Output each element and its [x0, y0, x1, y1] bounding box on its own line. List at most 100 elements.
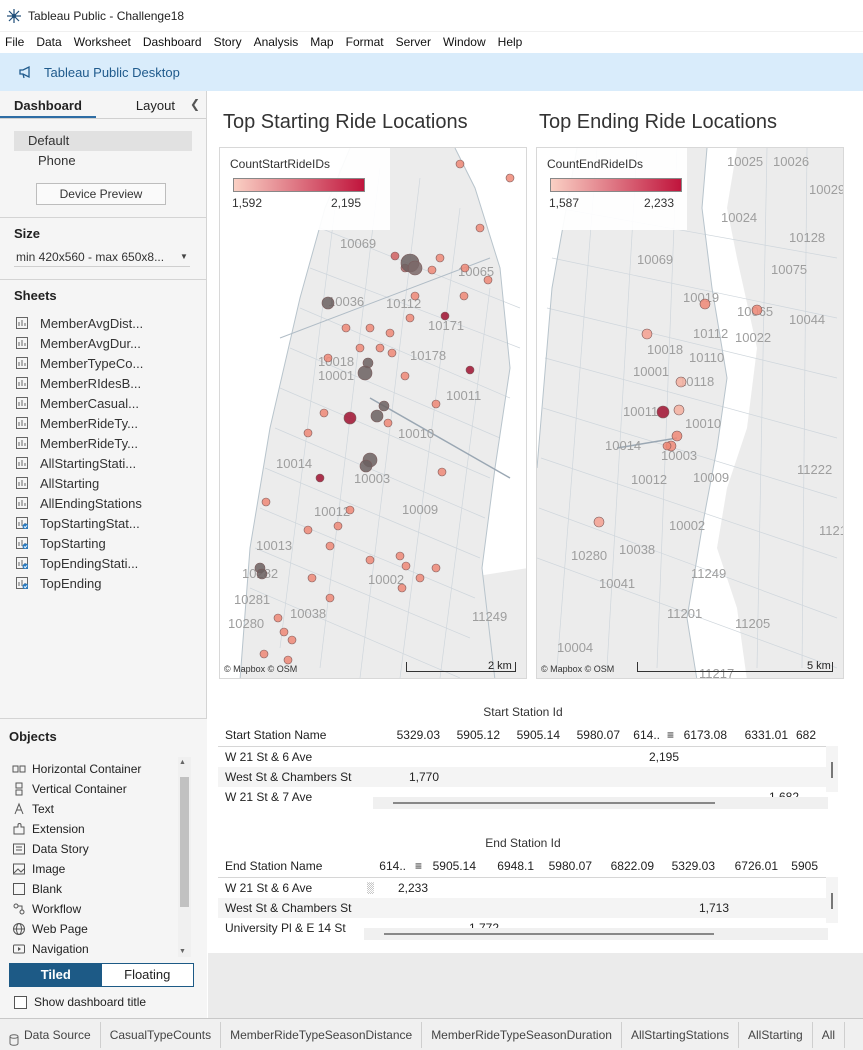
table-row[interactable]: West St & Chambers St 1,770: [218, 767, 826, 787]
menu-help[interactable]: Help: [492, 32, 529, 52]
menu-analysis[interactable]: Analysis: [248, 32, 305, 52]
station-mark[interactable]: [435, 253, 445, 263]
sheet-tab[interactable]: All: [813, 1021, 846, 1048]
end-col-header[interactable]: 6726.01: [715, 859, 778, 873]
objects-scrollbar[interactable]: ▲ ▼: [178, 757, 191, 957]
station-mark[interactable]: [323, 353, 333, 363]
tab-layout[interactable]: Layout: [95, 91, 189, 118]
start-col-header[interactable]: 5980.07: [560, 728, 620, 742]
collapse-panel-icon[interactable]: ❮: [190, 91, 206, 118]
station-mark[interactable]: [407, 260, 423, 276]
station-mark[interactable]: [483, 275, 493, 285]
station-mark[interactable]: [365, 555, 375, 565]
object-item[interactable]: Navigation: [12, 939, 177, 959]
station-mark[interactable]: [283, 655, 293, 665]
station-mark[interactable]: [359, 459, 373, 473]
table-row[interactable]: West St & Chambers St 1,713: [218, 898, 826, 918]
scroll-up-icon[interactable]: ▲: [179, 759, 186, 766]
sheet-item[interactable]: TopStartingStat...: [16, 513, 206, 533]
sheet-item[interactable]: MemberTypeCo...: [16, 353, 206, 373]
end-col-header[interactable]: 6948.1: [476, 859, 534, 873]
object-item[interactable]: Vertical Container: [12, 779, 177, 799]
end-map-attribution[interactable]: © Mapbox © OSM: [541, 664, 614, 674]
station-mark[interactable]: [319, 408, 329, 418]
end-table-hscroll[interactable]: [364, 928, 828, 940]
sheet-item[interactable]: TopEndingStati...: [16, 553, 206, 573]
menu-format[interactable]: Format: [340, 32, 390, 52]
start-col-header[interactable]: 614..: [620, 728, 660, 742]
start-col-header[interactable]: 5329.03: [378, 728, 440, 742]
station-mark[interactable]: [405, 313, 415, 323]
station-mark[interactable]: [415, 573, 425, 583]
station-mark[interactable]: [370, 409, 384, 423]
device-preview-button[interactable]: Device Preview: [36, 183, 166, 205]
menu-file[interactable]: File: [0, 32, 30, 52]
station-mark[interactable]: [475, 223, 485, 233]
end-col-header[interactable]: 614..: [368, 859, 406, 873]
scroll-thumb[interactable]: [384, 933, 714, 935]
station-mark[interactable]: [673, 404, 685, 416]
station-mark[interactable]: [355, 343, 365, 353]
sheet-item[interactable]: MemberRIdesB...: [16, 373, 206, 393]
object-item[interactable]: Web Page: [12, 919, 177, 939]
station-mark[interactable]: [675, 376, 687, 388]
scroll-thumb[interactable]: [180, 777, 189, 907]
sheet-item[interactable]: MemberRideTy...: [16, 413, 206, 433]
sheet-item[interactable]: MemberAvgDist...: [16, 313, 206, 333]
sheet-tab[interactable]: AllStartingStations: [622, 1021, 740, 1048]
station-mark[interactable]: [395, 551, 405, 561]
station-mark[interactable]: [400, 371, 410, 381]
end-col-header[interactable]: 5905: [778, 859, 818, 873]
station-mark[interactable]: [357, 365, 373, 381]
sheet-item[interactable]: TopEnding: [16, 573, 206, 593]
object-item[interactable]: Workflow: [12, 899, 177, 919]
object-item[interactable]: Blank: [12, 879, 177, 899]
start-col-header[interactable]: 5905.14: [500, 728, 560, 742]
floating-button[interactable]: Floating: [101, 964, 193, 986]
sheet-item[interactable]: MemberRideTy...: [16, 433, 206, 453]
sheet-item[interactable]: TopStarting: [16, 533, 206, 553]
station-mark[interactable]: [397, 583, 407, 593]
station-mark[interactable]: [383, 418, 393, 428]
station-mark[interactable]: [401, 561, 411, 571]
station-mark[interactable]: [431, 399, 441, 409]
sheet-item[interactable]: MemberAvgDur...: [16, 333, 206, 353]
table-row[interactable]: W 21 St & 6 Ave ░ 2,233: [218, 878, 826, 898]
scroll-thumb[interactable]: [393, 802, 715, 804]
menu-server[interactable]: Server: [390, 32, 437, 52]
device-default[interactable]: Default: [14, 131, 192, 151]
station-mark[interactable]: [671, 430, 683, 442]
station-mark[interactable]: [431, 563, 441, 573]
sheet-item[interactable]: AllEndingStations: [16, 493, 206, 513]
sheet-item[interactable]: AllStarting: [16, 473, 206, 493]
station-mark[interactable]: [256, 568, 268, 580]
station-mark[interactable]: [343, 411, 357, 425]
scroll-thumb[interactable]: [831, 893, 833, 909]
start-map[interactable]: 10069 10065 10036 10112 10171 10018 10178 10001…: [219, 147, 527, 679]
station-mark[interactable]: [378, 400, 390, 412]
station-mark[interactable]: [465, 365, 475, 375]
sheet-tab[interactable]: CasualTypeCounts: [101, 1021, 222, 1048]
start-table-vscroll[interactable]: [826, 746, 838, 792]
station-mark[interactable]: [460, 263, 470, 273]
station-mark[interactable]: [321, 296, 335, 310]
station-mark[interactable]: [261, 497, 271, 507]
start-map-attribution[interactable]: © Mapbox © OSM: [224, 664, 297, 674]
station-mark[interactable]: [699, 298, 711, 310]
object-item[interactable]: Extension: [12, 819, 177, 839]
station-mark[interactable]: [325, 593, 335, 603]
device-phone[interactable]: Phone: [14, 151, 192, 171]
tiled-button[interactable]: Tiled: [10, 964, 102, 986]
station-mark[interactable]: [751, 304, 763, 316]
tab-dashboard[interactable]: Dashboard: [0, 91, 96, 118]
station-mark[interactable]: [375, 343, 385, 353]
station-mark[interactable]: [259, 649, 269, 659]
station-mark[interactable]: [385, 328, 395, 338]
sheet-item[interactable]: AllStartingStati...: [16, 453, 206, 473]
station-mark[interactable]: [641, 328, 653, 340]
station-mark[interactable]: [303, 428, 313, 438]
end-map[interactable]: 10025 10026 10029 10024 10128 10069 10075 10019…: [536, 147, 844, 679]
scroll-down-icon[interactable]: ▼: [179, 948, 186, 955]
scroll-thumb[interactable]: [831, 762, 833, 778]
start-col-header[interactable]: 5905.12: [440, 728, 500, 742]
